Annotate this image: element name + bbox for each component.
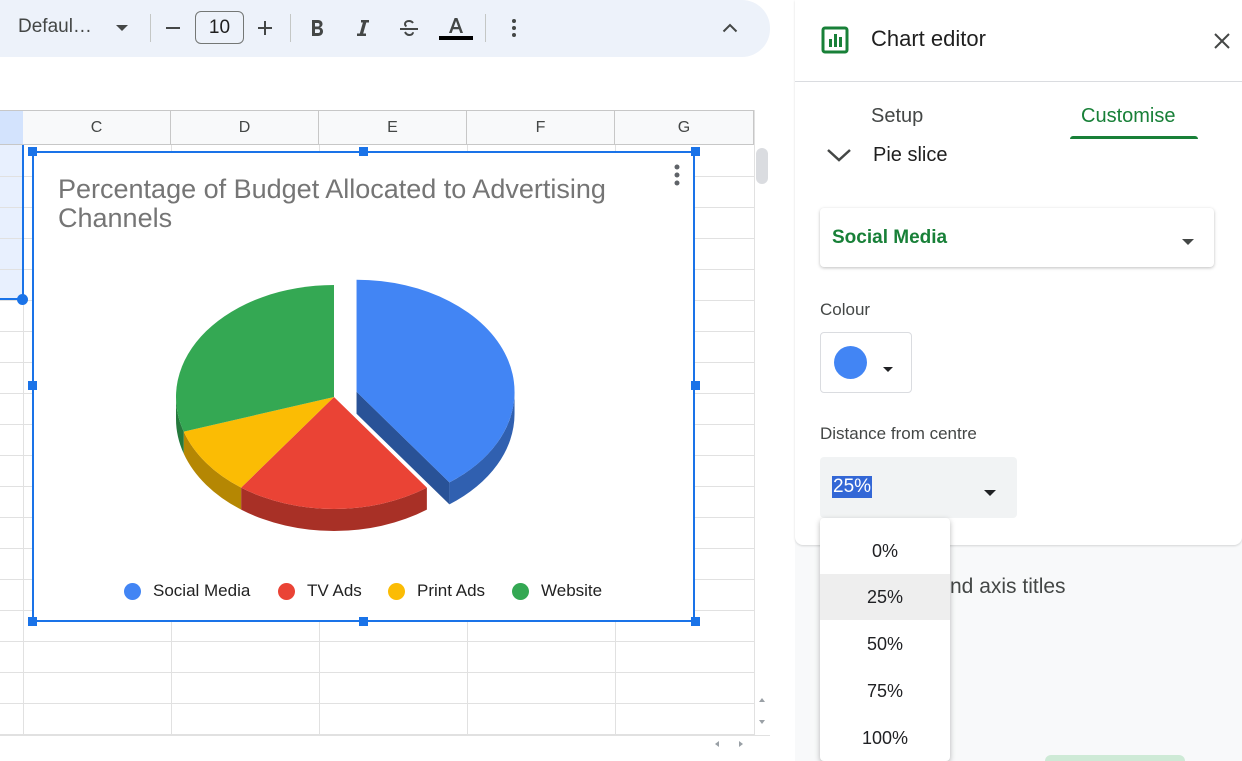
legend-item-tv-ads[interactable]: TV Ads — [278, 581, 362, 601]
plus-icon[interactable] — [252, 12, 278, 44]
font-size-input[interactable]: 10 — [195, 11, 244, 44]
distance-label: Distance from centre — [820, 424, 977, 443]
resize-handle-nw[interactable] — [28, 147, 37, 156]
toolbar-divider — [485, 14, 486, 42]
grid-row-line — [0, 672, 754, 673]
active-tab-indicator — [1070, 136, 1198, 139]
text-color-icon[interactable] — [439, 12, 473, 44]
dropdown-arrow-icon — [882, 360, 894, 378]
legend-label: Print Ads — [417, 581, 486, 600]
resize-handle-se[interactable] — [691, 617, 700, 626]
toolbar-divider — [290, 14, 291, 42]
distance-option-25[interactable]: 25% — [820, 574, 950, 620]
italic-icon[interactable] — [350, 12, 376, 44]
legend-dot — [124, 582, 141, 600]
formatting-toolbar: Defaul… 10 — [0, 0, 770, 57]
resize-handle-ne[interactable] — [691, 147, 700, 156]
colour-label: Colour — [820, 300, 871, 319]
chevron-down-icon[interactable] — [110, 12, 134, 44]
legend-item-website[interactable]: Website — [512, 581, 602, 601]
distance-option-100[interactable]: 100% — [820, 715, 950, 761]
toolbar-divider — [150, 14, 151, 42]
partial-button[interactable] — [1045, 755, 1185, 761]
legend-item-print-ads[interactable]: Print Ads — [388, 581, 485, 601]
colour-swatch — [834, 346, 867, 379]
corner-column-header[interactable] — [0, 110, 23, 145]
distance-dropdown-menu: 0% 25% 50% 75% 100% — [820, 518, 950, 761]
section-header-axis-titles[interactable]: nd axis titles — [950, 575, 1066, 599]
distance-option-0[interactable]: 0% — [820, 528, 950, 574]
tab-setup[interactable]: Setup — [871, 105, 923, 128]
tab-customise[interactable]: Customise — [1081, 105, 1175, 128]
series-select-value: Social Media — [832, 227, 948, 248]
grid-row-line — [0, 703, 754, 704]
legend-dot — [512, 582, 529, 600]
section-header-pie-slice[interactable]: Pie slice — [873, 144, 947, 167]
distance-option-50[interactable]: 50% — [820, 621, 950, 667]
resize-handle-w[interactable] — [28, 381, 37, 390]
selection-fill-handle[interactable] — [17, 294, 28, 305]
formula-bar-area — [0, 70, 770, 110]
distance-select-value[interactable]: 25% — [832, 476, 873, 498]
column-header-g[interactable]: G — [615, 110, 754, 145]
chart-icon — [821, 26, 849, 54]
scroll-right-icon[interactable] — [734, 737, 748, 751]
strikethrough-icon[interactable] — [396, 12, 422, 44]
selection-border — [22, 145, 24, 300]
close-icon[interactable] — [1212, 31, 1232, 51]
panel-divider — [795, 81, 1242, 82]
distance-from-centre-select[interactable]: 25% — [820, 457, 1017, 518]
column-header-c[interactable]: C — [23, 110, 171, 145]
column-header-e[interactable]: E — [319, 110, 467, 145]
resize-handle-sw[interactable] — [28, 617, 37, 626]
bold-icon[interactable] — [304, 12, 330, 44]
legend-item-social-media[interactable]: Social Media — [124, 581, 250, 601]
selected-range-highlight — [0, 145, 23, 299]
scroll-left-icon[interactable] — [710, 737, 724, 751]
pie-chart-plot — [176, 279, 515, 531]
legend-label: TV Ads — [307, 581, 362, 600]
more-vert-icon[interactable] — [504, 12, 524, 44]
resize-handle-n[interactable] — [359, 147, 368, 156]
column-header-d[interactable]: D — [171, 110, 319, 145]
legend-dot — [388, 582, 405, 600]
chevron-down-icon[interactable] — [826, 146, 852, 164]
vertical-scroll-thumb[interactable] — [756, 148, 768, 184]
scroll-up-icon[interactable] — [756, 693, 768, 707]
slice-series-select[interactable]: Social Media — [820, 208, 1214, 267]
colour-picker-button[interactable] — [820, 332, 912, 393]
resize-handle-s[interactable] — [359, 617, 368, 626]
dropdown-arrow-icon — [1181, 233, 1195, 251]
grid-row-line — [0, 641, 754, 642]
resize-handle-e[interactable] — [691, 381, 700, 390]
dropdown-arrow-icon — [983, 484, 997, 502]
font-family-select[interactable]: Defaul… — [18, 16, 92, 38]
legend-label: Social Media — [153, 581, 251, 600]
distance-option-75[interactable]: 75% — [820, 668, 950, 714]
horizontal-scrollbar[interactable] — [0, 735, 770, 761]
legend-dot — [278, 582, 295, 600]
embedded-chart[interactable]: Percentage of Budget Allocated to Advert… — [32, 151, 695, 622]
vertical-scrollbar[interactable] — [754, 110, 770, 735]
chart-editor-title: Chart editor — [871, 26, 986, 51]
scroll-down-icon[interactable] — [756, 715, 768, 729]
text-color-bar — [439, 35, 473, 40]
chevron-up-icon[interactable] — [718, 12, 742, 44]
minus-icon[interactable] — [160, 12, 186, 44]
legend-label: Website — [541, 581, 603, 600]
column-header-f[interactable]: F — [467, 110, 615, 145]
